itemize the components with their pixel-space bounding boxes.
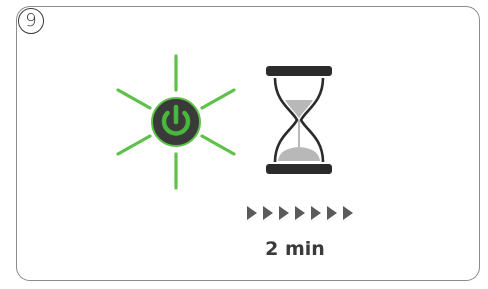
- step-number-badge: 9: [18, 8, 44, 34]
- progress-arrow: [311, 206, 321, 220]
- progress-arrow: [327, 206, 337, 220]
- progress-arrow: [279, 206, 289, 220]
- progress-arrow: [263, 206, 273, 220]
- power-button-icon: [116, 54, 236, 190]
- progress-arrow: [295, 206, 305, 220]
- progress-arrows-icon: [247, 206, 353, 220]
- progress-arrow: [343, 206, 353, 220]
- cropped-text-fragment: [0, 0, 488, 2]
- duration-label: 2 min: [265, 238, 325, 260]
- progress-arrow: [247, 206, 257, 220]
- hourglass-icon: [266, 66, 332, 174]
